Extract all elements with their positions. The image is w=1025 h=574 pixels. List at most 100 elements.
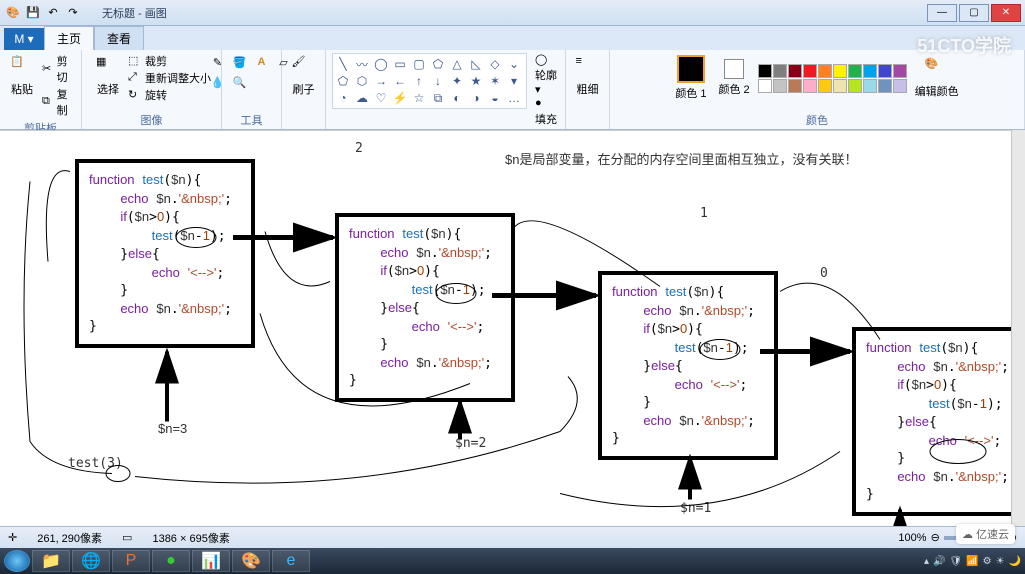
shape-curve-icon[interactable]: 〰 [354,56,370,72]
shape-diamond-icon[interactable]: ◇ [487,56,503,72]
tray-icon[interactable]: ▴ [924,556,929,567]
tab-view[interactable]: 查看 [94,26,144,50]
palette-swatch[interactable] [833,79,847,93]
palette-swatch[interactable] [803,64,817,78]
shape-bolt-icon[interactable]: ⚡ [392,90,408,106]
shape-arrowu-icon[interactable]: ↑ [411,73,427,89]
tray-icon[interactable]: 🔊 [933,556,945,567]
cut-button[interactable]: ✂剪切 [42,53,75,85]
undo-icon[interactable]: ↶ [44,4,62,22]
palette-swatch[interactable] [863,64,877,78]
size-button[interactable]: ≡ 粗细 [572,53,604,99]
tray-icon[interactable]: 📶 [966,556,978,567]
maximize-button[interactable]: ▢ [959,4,989,22]
palette-swatch[interactable] [818,79,832,93]
palette-swatch[interactable] [833,64,847,78]
shape-hex-icon[interactable]: ⬡ [354,73,370,89]
rotate-button[interactable]: ↻旋转 [128,87,211,103]
taskbar-app1-icon[interactable]: 📊 [192,550,230,572]
shape-arrowr-icon[interactable]: → [373,73,389,89]
shape-gallery[interactable]: ╲〰◯▭▢⬠△◺◇⌄ ⬠⬡→←↑↓✦★✶▾ ◔☁♡⚡☆⧉◐◑◒… [332,53,527,109]
shape-rect-icon[interactable]: ▭ [392,56,408,72]
shape-pent-icon[interactable]: ⬠ [335,73,351,89]
shape-tri-icon[interactable]: △ [449,56,465,72]
palette-swatch[interactable] [803,79,817,93]
taskbar-powerpoint-icon[interactable]: P [112,550,150,572]
tray-icon[interactable]: 🌙 [1009,556,1021,567]
taskbar-explorer-icon[interactable]: 📁 [32,550,70,572]
shape-roundrect-icon[interactable]: ▢ [411,56,427,72]
color1-button[interactable]: 颜色 1 [671,53,710,103]
shape-star5-icon[interactable]: ★ [468,73,484,89]
taskbar-paint-icon[interactable]: 🎨 [232,550,270,572]
shape-etc2-icon[interactable]: ⧉ [430,90,446,106]
system-tray[interactable]: ▴ 🔊 🛡 📶 ⚙ ☀ 🌙 [924,556,1021,567]
zoom-out-button[interactable]: ⊖ [931,531,940,544]
start-button[interactable] [4,550,30,572]
palette-swatch[interactable] [788,64,802,78]
paste-icon: 📋 [10,55,34,79]
tray-icon[interactable]: ⚙ [983,556,992,567]
select-button[interactable]: ▦ 选择 [92,53,124,99]
shape-etc5-icon[interactable]: ◒ [487,90,503,106]
shape-star6-icon[interactable]: ✶ [487,73,503,89]
shape-arrowd-icon[interactable]: ↓ [430,73,446,89]
palette-swatch[interactable] [773,64,787,78]
taskbar-chrome-icon[interactable]: 🌐 [72,550,110,572]
shape-oval-icon[interactable]: ◯ [373,56,389,72]
palette-swatch[interactable] [848,79,862,93]
shape-callout-icon[interactable]: ◔ [335,90,351,106]
palette-swatch[interactable] [788,79,802,93]
canvas[interactable]: $n是局部变量，在分配的内存空间里面相互独立，没有关联！ function te… [0,130,1011,544]
shape-etc1-icon[interactable]: ☆ [411,90,427,106]
shape-etc4-icon[interactable]: ◑ [468,90,484,106]
dropper-icon[interactable]: 💧 [209,73,227,91]
zoom-icon[interactable]: 🔍 [231,73,249,91]
brush-button[interactable]: 🖌 刷子 [288,53,320,99]
palette-swatch[interactable] [758,79,772,93]
file-menu[interactable]: M ▾ [4,28,44,50]
shape-chevron-down-icon[interactable]: ⌄ [506,56,522,72]
save-icon[interactable]: 💾 [24,4,42,22]
shape-more-icon[interactable]: … [506,90,522,106]
palette-swatch[interactable] [818,64,832,78]
pencil-icon[interactable]: ✎ [209,53,227,71]
shape-star4-icon[interactable]: ✦ [449,73,465,89]
text-icon[interactable]: A [253,53,271,71]
tab-home[interactable]: 主页 [44,26,94,50]
taskbar-ie-icon[interactable]: e [272,550,310,572]
tray-icon[interactable]: 🛡 [949,556,962,567]
palette-swatch[interactable] [863,79,877,93]
palette-swatch[interactable] [773,79,787,93]
shape-arrowl-icon[interactable]: ← [392,73,408,89]
outline-button[interactable]: ◯轮廓 ▾ [535,53,559,96]
taskbar-wechat-icon[interactable]: ● [152,550,190,572]
edit-colors-button[interactable]: 🎨 编辑颜色 [911,55,963,101]
shape-etc3-icon[interactable]: ◐ [449,90,465,106]
tray-icon[interactable]: ☀ [996,556,1005,567]
shape-bubble-icon[interactable]: ☁ [354,90,370,106]
palette-swatch[interactable] [893,64,907,78]
shape-line-icon[interactable]: ╲ [335,56,351,72]
palette-swatch[interactable] [848,64,862,78]
palette-swatch[interactable] [758,64,772,78]
group-label-image: 图像 [88,110,215,129]
bucket-icon[interactable]: 🪣 [231,53,249,71]
vertical-scrollbar[interactable] [1011,130,1025,544]
palette-swatch[interactable] [878,79,892,93]
shape-expand-icon[interactable]: ▾ [506,73,522,89]
redo-icon[interactable]: ↷ [64,4,82,22]
copy-button[interactable]: ⧉复制 [42,86,75,118]
paste-button[interactable]: 📋 粘贴 [6,53,38,99]
palette-swatch[interactable] [878,64,892,78]
crop-button[interactable]: ⬚裁剪 [128,53,211,69]
shape-righttri-icon[interactable]: ◺ [468,56,484,72]
shape-heart-icon[interactable]: ♡ [373,90,389,106]
minimize-button[interactable]: — [927,4,957,22]
palette-swatch[interactable] [893,79,907,93]
resize-button[interactable]: ⤢重新调整大小 [128,70,211,86]
shape-polygon-icon[interactable]: ⬠ [430,56,446,72]
color-palette[interactable] [758,64,907,93]
color2-button[interactable]: 颜色 2 [715,57,754,99]
close-button[interactable]: ✕ [991,4,1021,22]
